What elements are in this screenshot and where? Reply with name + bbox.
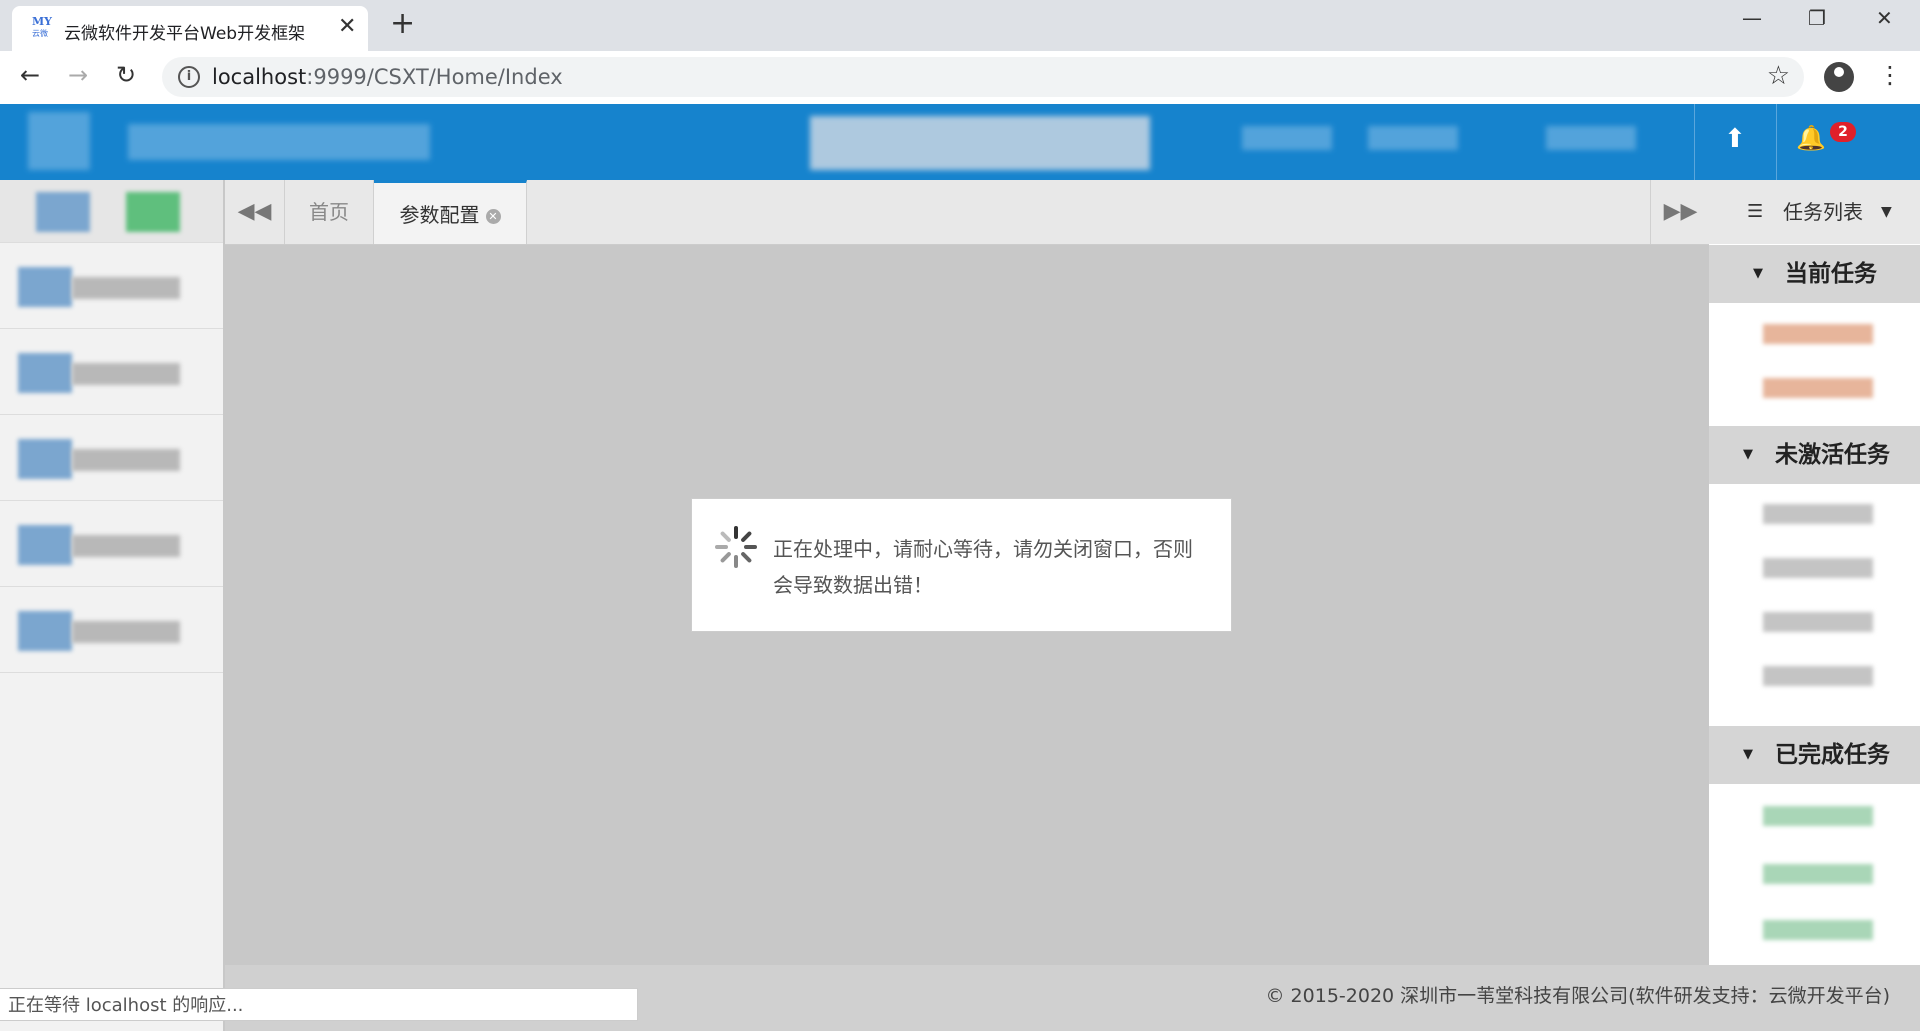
header-link-2[interactable] (1368, 126, 1458, 150)
task-item[interactable] (1763, 864, 1873, 884)
sidebar-item[interactable] (0, 329, 223, 415)
bookmark-star-icon[interactable]: ☆ (1767, 61, 1790, 91)
bell-icon[interactable]: 🔔 (1796, 124, 1826, 152)
task-item[interactable] (1763, 378, 1873, 398)
sidebar-item[interactable] (0, 243, 223, 329)
pin-icon[interactable]: ⬆ (1724, 124, 1746, 154)
task-item[interactable] (1763, 324, 1873, 344)
browser-navbar: ← → ↻ i localhost:9999/CSXT/Home/Index ☆… (0, 51, 1920, 104)
section-current-tasks[interactable]: ▼ 当前任务 (1709, 245, 1920, 303)
task-item[interactable] (1763, 612, 1873, 632)
task-item[interactable] (1763, 504, 1873, 524)
info-icon[interactable]: i (178, 66, 200, 88)
tab-home[interactable]: 首页 (285, 180, 374, 244)
app-name-blurred (128, 124, 430, 160)
close-tab-icon[interactable]: ✕ (485, 209, 501, 224)
caret-down-icon: ▼ (1753, 266, 1763, 281)
header-divider (1776, 104, 1777, 180)
browser-tab[interactable]: MY 云微 云微软件开发平台Web开发框架 ✕ (12, 6, 368, 51)
sidebar-tool-icon[interactable] (126, 192, 180, 232)
app-header: ⬆ 🔔 2 (0, 104, 1920, 180)
sidebar (0, 180, 225, 1031)
caret-down-icon: ▼ (1743, 447, 1753, 462)
section-inactive-tasks[interactable]: ▼ 未激活任务 (1709, 426, 1920, 484)
restore-icon[interactable]: ❐ (1808, 6, 1826, 30)
header-link-3[interactable] (1546, 126, 1636, 150)
copyright-text: © 2015-2020 深圳市一苇堂科技有限公司(软件研发支持：云微开发平台) (1265, 985, 1890, 1007)
header-link-1[interactable] (1242, 126, 1332, 150)
task-item[interactable] (1763, 558, 1873, 578)
menu-kebab-icon[interactable]: ⋮ (1878, 61, 1902, 89)
address-bar[interactable]: i localhost:9999/CSXT/Home/Index ☆ (162, 57, 1804, 97)
list-icon: ☰ (1747, 201, 1764, 222)
scroll-right-icon[interactable]: ▶▶ (1650, 180, 1710, 244)
logo (28, 112, 90, 170)
favicon-icon: MY 云微 (32, 15, 53, 38)
sidebar-tool-icon[interactable] (36, 192, 90, 232)
page-tabbar: ◀◀ 首页 参数配置 ✕ ▶▶ (225, 180, 1709, 245)
spinner-icon (715, 526, 757, 568)
tab-title: 云微软件开发平台Web开发框架 (64, 24, 306, 44)
back-icon[interactable]: ← (20, 61, 40, 89)
task-panel-header[interactable]: ☰ 任务列表 ▼ (1709, 180, 1920, 244)
scroll-left-icon[interactable]: ◀◀ (225, 180, 285, 244)
header-divider (1694, 104, 1695, 180)
sidebar-item[interactable] (0, 587, 223, 673)
section-completed-tasks[interactable]: ▼ 已完成任务 (1709, 726, 1920, 784)
reload-icon[interactable]: ↻ (116, 61, 136, 89)
caret-down-icon: ▼ (1881, 204, 1892, 220)
notification-badge: 2 (1830, 122, 1856, 142)
sidebar-item[interactable] (0, 415, 223, 501)
close-tab-icon[interactable]: ✕ (338, 14, 356, 39)
task-panel-title: 任务列表 (1783, 200, 1863, 224)
task-item[interactable] (1763, 920, 1873, 940)
browser-tabstrip: MY 云微 云微软件开发平台Web开发框架 ✕ + — ❐ ✕ (0, 0, 1920, 51)
minimize-icon[interactable]: — (1742, 6, 1762, 30)
sidebar-item[interactable] (0, 501, 223, 587)
task-item[interactable] (1763, 806, 1873, 826)
close-window-icon[interactable]: ✕ (1876, 6, 1893, 30)
task-item[interactable] (1763, 666, 1873, 686)
task-panel: ☰ 任务列表 ▼ ▼ 当前任务 ▼ 未激活任务 ▼ 已完成任务 (1709, 180, 1920, 1031)
loading-dialog: 正在处理中，请耐心等待，请勿关闭窗口，否则会导致数据出错！ (691, 498, 1232, 632)
browser-status-bubble: 正在等待 localhost 的响应... (0, 988, 638, 1021)
loading-message: 正在处理中，请耐心等待，请勿关闭窗口，否则会导致数据出错！ (773, 537, 1193, 597)
account-icon[interactable] (1824, 62, 1854, 92)
tab-param-config[interactable]: 参数配置 ✕ (374, 180, 527, 244)
forward-icon[interactable]: → (68, 61, 88, 89)
sidebar-top-tools (0, 180, 223, 243)
center-banner-blurred (810, 116, 1150, 170)
caret-down-icon: ▼ (1743, 747, 1753, 762)
new-tab-icon[interactable]: + (390, 6, 415, 41)
url-text[interactable]: localhost:9999/CSXT/Home/Index (212, 65, 563, 89)
